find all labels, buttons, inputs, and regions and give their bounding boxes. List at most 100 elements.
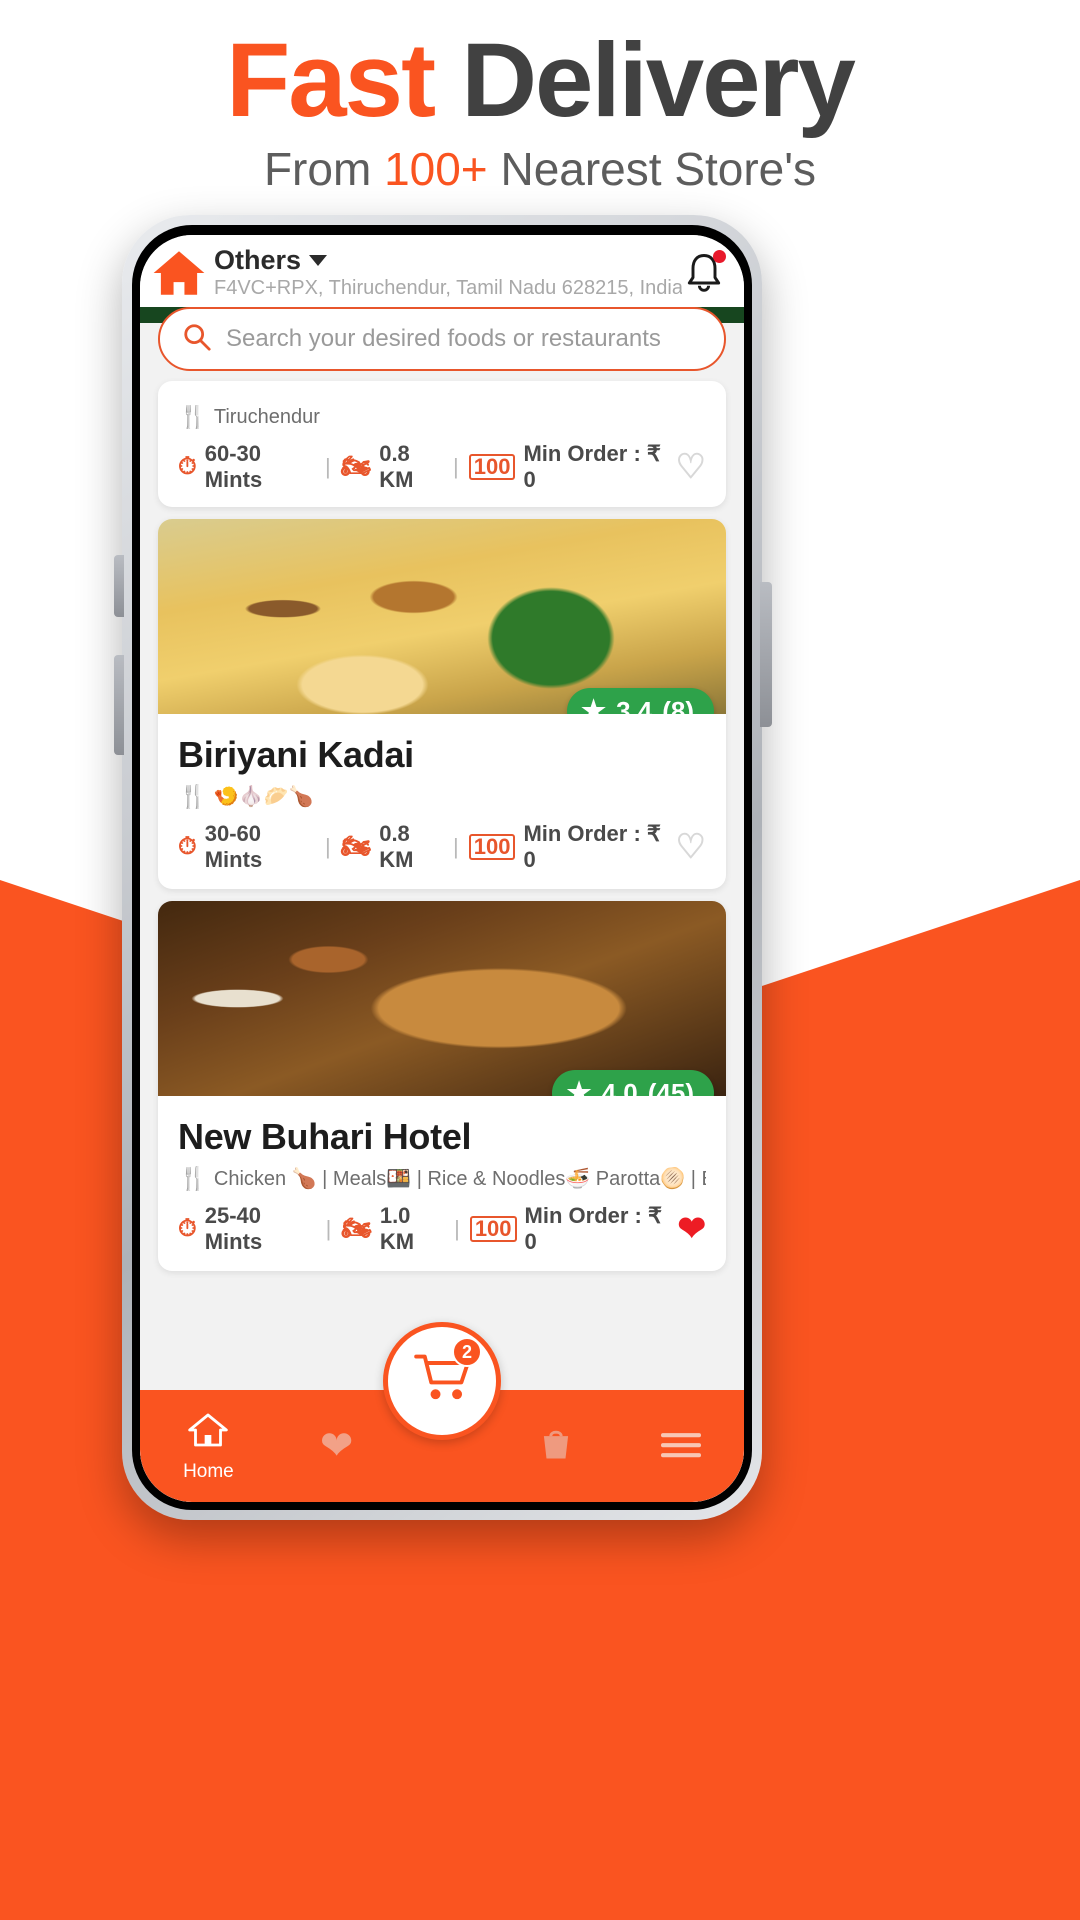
delivery-time: ⏱ 25-40 Mints bbox=[178, 1203, 316, 1255]
fork-knife-icon: 🍴 bbox=[178, 405, 208, 429]
phone-mockup: Others F4VC+RPX, Thiruchendur, Tamil Nad… bbox=[122, 215, 762, 1520]
cuisine-text: Chicken 🍗 | Meals🍱 | Rice & Noodles🍜 Par… bbox=[213, 1168, 706, 1190]
separator: | bbox=[453, 834, 459, 859]
address-selector[interactable]: Others bbox=[214, 245, 682, 276]
min-order-text: Min Order : ₹ 0 bbox=[523, 821, 661, 872]
subtitle-suffix: Nearest Store's bbox=[487, 143, 817, 195]
restaurant-card[interactable]: ★ 4.0 (45) New Buhari Hotel 🍴 Chicken 🍗 … bbox=[158, 901, 726, 1271]
nav-item-menu[interactable] bbox=[660, 1426, 701, 1466]
address-block[interactable]: Others F4VC+RPX, Thiruchendur, Tamil Nad… bbox=[214, 245, 682, 300]
restaurant-cuisine: 🍴 Chicken 🍗 | Meals🍱 | Rice & Noodles🍜 P… bbox=[178, 1166, 706, 1191]
delivery-time: ⏱ 30-60 Mints bbox=[178, 821, 315, 873]
rating-count: (8) bbox=[662, 695, 694, 715]
restaurant-info: New Buhari Hotel 🍴 Chicken 🍗 | Meals🍱 | … bbox=[158, 1096, 726, 1271]
chevron-down-icon[interactable] bbox=[309, 254, 328, 266]
restaurant-name: New Buhari Hotel bbox=[178, 1116, 472, 1157]
scooter-icon: 🏍 bbox=[340, 453, 372, 480]
app-screen: Others F4VC+RPX, Thiruchendur, Tamil Nad… bbox=[140, 235, 744, 1502]
cart-button[interactable]: 2 bbox=[383, 1322, 501, 1440]
heart-icon: ❤ bbox=[319, 1424, 354, 1468]
restaurant-cuisine: 🍴 Tiruchendur bbox=[178, 405, 706, 429]
min-order: 100 Min Order : ₹ 0 bbox=[469, 1203, 668, 1255]
home-icon bbox=[188, 1410, 229, 1457]
favorite-button[interactable]: ♡ bbox=[676, 447, 706, 487]
headline-accent: Fast bbox=[226, 22, 436, 139]
distance: 🏍 0.8 KM bbox=[341, 441, 443, 493]
page-title: Fast Delivery bbox=[0, 22, 1080, 140]
min-order-text: Min Order : ₹ 0 bbox=[523, 441, 661, 492]
nav-label-home: Home bbox=[183, 1460, 234, 1482]
menu-icon bbox=[660, 1426, 701, 1466]
restaurant-card[interactable]: ★ 3.4 (8) Biriyani Kadai 🍴 🍤🧄🥟🍗 ⏱ 30-60 … bbox=[158, 519, 726, 889]
rating-badge: ★ 3.4 (8) bbox=[566, 688, 714, 715]
separator: | bbox=[325, 1216, 332, 1241]
timer-icon: ⏱ bbox=[178, 1215, 197, 1242]
nav-item-home[interactable]: Home bbox=[183, 1410, 234, 1483]
rating-value: 4.0 bbox=[601, 1077, 638, 1097]
restaurant-image: ★ 3.4 (8) bbox=[158, 519, 726, 714]
rating-count: (45) bbox=[647, 1077, 694, 1097]
rating-badge: ★ 4.0 (45) bbox=[552, 1070, 714, 1096]
nav-item-orders[interactable] bbox=[537, 1424, 575, 1469]
money-icon: 100 bbox=[468, 454, 516, 480]
home-icon bbox=[150, 244, 208, 302]
timer-icon: ⏱ bbox=[178, 453, 197, 480]
fork-knife-icon: 🍴 bbox=[178, 784, 208, 809]
money-icon: 100 bbox=[469, 1216, 517, 1242]
cuisine-text: Tiruchendur bbox=[213, 405, 320, 428]
distance-text: 0.8 KM bbox=[379, 821, 414, 872]
distance-text: 1.0 KM bbox=[379, 1203, 415, 1254]
rating-value: 3.4 bbox=[616, 695, 653, 715]
search-container: Search your desired foods or restaurants bbox=[158, 307, 726, 371]
app-header: Others F4VC+RPX, Thiruchendur, Tamil Nad… bbox=[140, 235, 744, 307]
address-label: Others bbox=[214, 244, 302, 275]
separator: | bbox=[325, 834, 331, 859]
restaurant-cuisine: 🍴 🍤🧄🥟🍗 bbox=[178, 784, 706, 809]
address-line: F4VC+RPX, Thiruchendur, Tamil Nadu 62821… bbox=[214, 276, 682, 299]
cuisine-text: 🍤🧄🥟🍗 bbox=[213, 786, 314, 808]
distance: 🏍 1.0 KM bbox=[341, 1203, 444, 1255]
bell-icon[interactable] bbox=[682, 250, 728, 296]
time-text: 60-30 Mints bbox=[204, 441, 263, 492]
restaurant-info: Biriyani Kadai 🍴 🍤🧄🥟🍗 ⏱ 30-60 Mints | 🏍 bbox=[158, 714, 726, 889]
time-text: 25-40 Mints bbox=[204, 1203, 263, 1254]
min-order: 100 Min Order : ₹ 0 bbox=[468, 441, 666, 493]
headline-rest: Delivery bbox=[434, 22, 856, 139]
notification-dot bbox=[713, 250, 726, 263]
restaurant-meta: ⏱ 60-30 Mints | 🏍 0.8 KM | 100 Min Order… bbox=[178, 441, 706, 493]
favorite-button[interactable]: ❤ bbox=[678, 1209, 707, 1249]
star-icon: ★ bbox=[566, 1077, 592, 1097]
restaurant-meta: ⏱ 30-60 Mints | 🏍 0.8 KM | 100 Min Order… bbox=[178, 821, 706, 873]
restaurant-meta: ⏱ 25-40 Mints | 🏍 1.0 KM | 100 Min Order… bbox=[178, 1203, 706, 1255]
timer-icon: ⏱ bbox=[178, 833, 197, 860]
search-icon bbox=[182, 322, 212, 357]
subtitle-prefix: From bbox=[263, 143, 385, 195]
scooter-icon: 🏍 bbox=[341, 1215, 372, 1242]
phone-button-volume-down bbox=[114, 655, 124, 755]
distance: 🏍 0.8 KM bbox=[341, 821, 443, 873]
distance-text: 0.8 KM bbox=[379, 441, 414, 492]
restaurant-name: Biriyani Kadai bbox=[178, 734, 414, 775]
separator: | bbox=[453, 454, 459, 479]
min-order: 100 Min Order : ₹ 0 bbox=[468, 821, 666, 873]
restaurant-image: ★ 4.0 (45) bbox=[158, 901, 726, 1096]
money-icon: 100 bbox=[468, 834, 516, 860]
phone-bezel: Others F4VC+RPX, Thiruchendur, Tamil Nad… bbox=[132, 225, 752, 1510]
separator: | bbox=[325, 454, 331, 479]
phone-button-volume-up bbox=[114, 555, 124, 617]
star-icon: ★ bbox=[580, 695, 607, 715]
favorite-button[interactable]: ♡ bbox=[676, 827, 706, 867]
fork-knife-icon: 🍴 bbox=[178, 1166, 208, 1191]
subtitle-accent: 100+ bbox=[384, 143, 488, 195]
separator: | bbox=[454, 1216, 460, 1241]
min-order-text: Min Order : ₹ 0 bbox=[524, 1203, 662, 1254]
restaurant-card-partial[interactable]: 🍴 Tiruchendur ⏱ 60-30 Mints | 🏍 0.8 KM | bbox=[158, 381, 726, 507]
search-placeholder: Search your desired foods or restaurants bbox=[226, 325, 661, 352]
nav-item-favorites[interactable]: ❤ bbox=[320, 1426, 354, 1466]
scooter-icon: 🏍 bbox=[340, 833, 372, 860]
delivery-time: ⏱ 60-30 Mints bbox=[178, 441, 315, 493]
cart-badge: 2 bbox=[452, 1337, 482, 1367]
time-text: 30-60 Mints bbox=[204, 821, 263, 872]
page-subtitle: From 100+ Nearest Store's bbox=[0, 142, 1080, 196]
search-input[interactable]: Search your desired foods or restaurants bbox=[158, 307, 726, 371]
